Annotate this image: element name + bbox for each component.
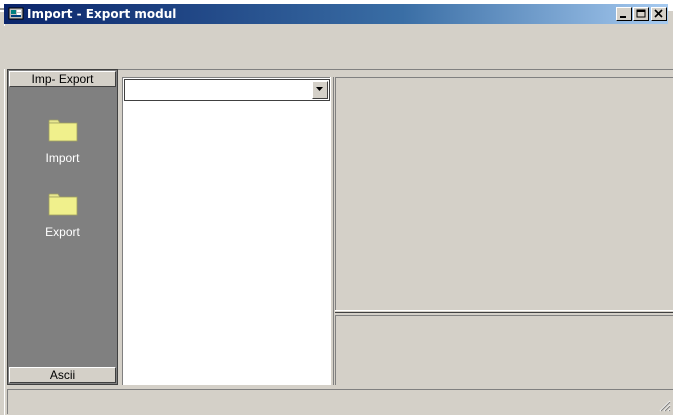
drive-combo[interactable] — [124, 79, 330, 101]
outlook-item-label: Import — [45, 151, 80, 165]
maximize-button[interactable] — [633, 7, 649, 21]
close-button[interactable] — [651, 7, 667, 21]
app-icon — [8, 7, 24, 20]
window-title: Import - Export modul — [27, 7, 177, 21]
chevron-down-icon — [316, 87, 323, 91]
minimize-button[interactable] — [616, 7, 632, 21]
detail-panel — [335, 316, 673, 385]
outlook-item-import[interactable]: Import — [9, 118, 116, 165]
maximize-icon — [636, 9, 646, 18]
outlook-item-export[interactable]: Export — [9, 192, 116, 239]
folder-icon — [48, 193, 77, 216]
combo-dropdown-button[interactable] — [312, 81, 328, 99]
minimize-icon — [620, 16, 626, 18]
title-bar[interactable]: Import - Export modul — [4, 4, 668, 24]
file-list[interactable] — [124, 104, 329, 384]
outlook-group-imp-export[interactable]: Imp- Export — [9, 71, 116, 87]
folder-icon — [48, 119, 77, 142]
resize-grip-icon[interactable] — [657, 398, 671, 412]
toolbar-area — [4, 26, 668, 69]
vertical-splitter[interactable] — [330, 77, 334, 385]
status-bar — [7, 389, 673, 414]
close-icon — [654, 9, 663, 18]
outlook-item-label: Export — [45, 225, 80, 239]
outlook-group-ascii[interactable]: Ascii — [9, 367, 116, 383]
preview-panel — [335, 77, 673, 310]
file-panel — [122, 77, 330, 385]
outlook-bar: Imp- Export Import Export Ascii — [7, 69, 118, 385]
